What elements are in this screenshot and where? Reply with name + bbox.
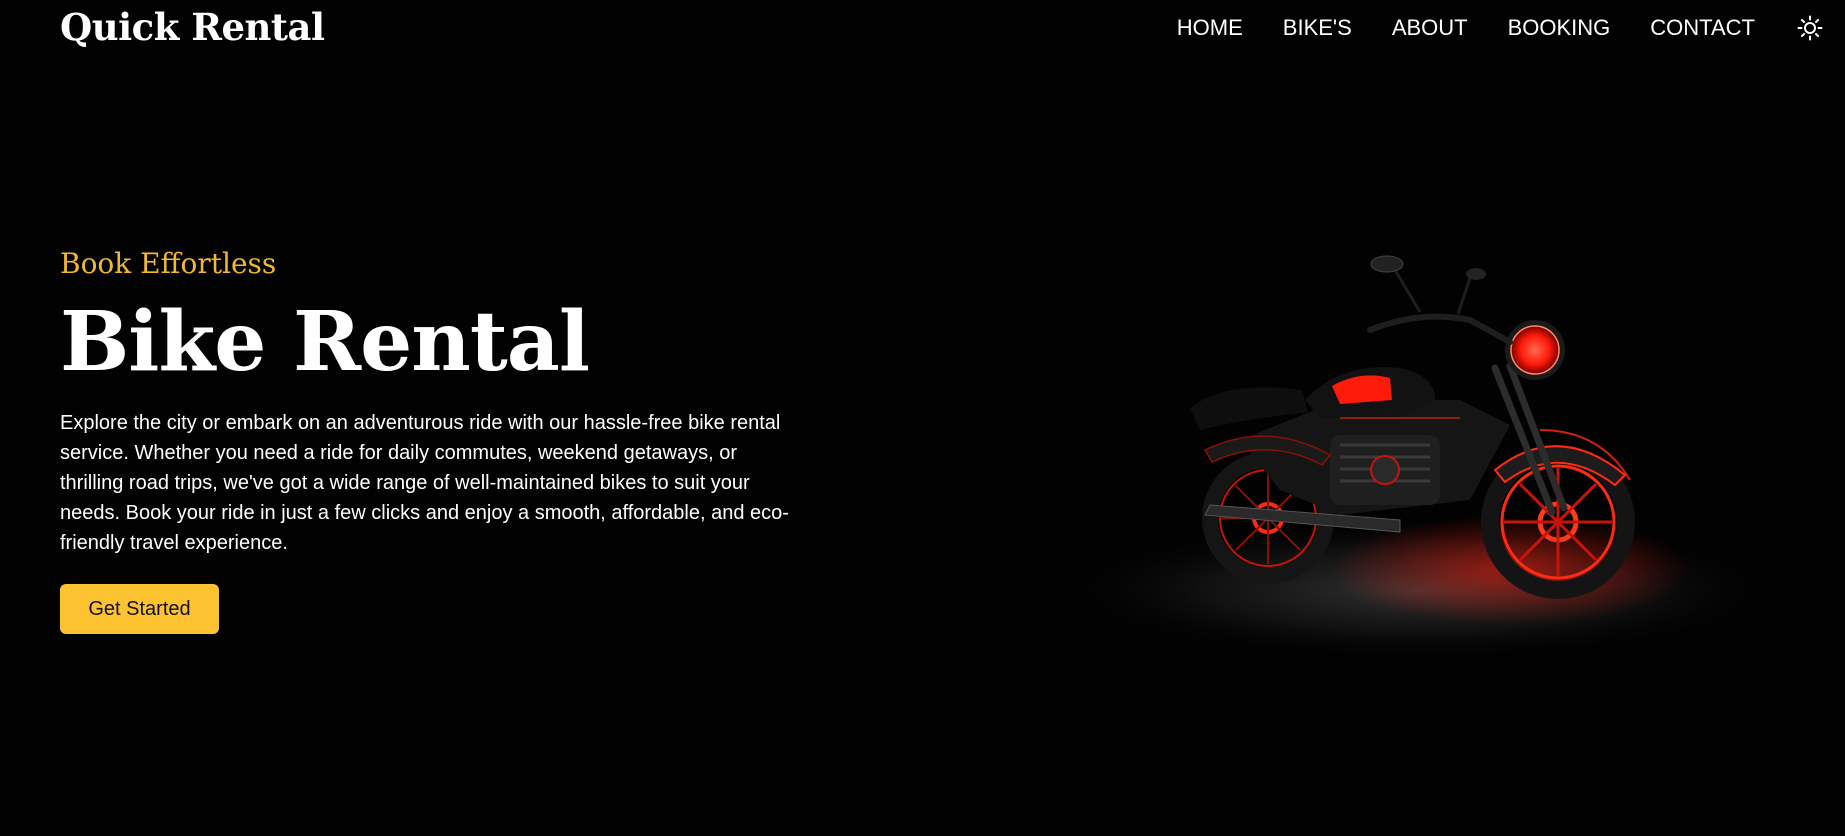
get-started-button[interactable]: Get Started (60, 584, 219, 634)
brand-logo[interactable]: Quick Rental (60, 5, 325, 49)
nav-link-home[interactable]: HOME (1177, 15, 1243, 41)
main-nav: HOME BIKE'S ABOUT BOOKING CONTACT (1137, 13, 1825, 43)
hero-description: Explore the city or embark on an adventu… (60, 412, 789, 554)
hero-content: Book Effortless Bike Rental Explore the … (60, 246, 800, 634)
nav-link-bikes[interactable]: BIKE'S (1283, 15, 1352, 41)
nav-link-contact[interactable]: CONTACT (1650, 15, 1755, 41)
theme-toggle-button[interactable] (1795, 13, 1825, 43)
sun-icon (1797, 15, 1823, 41)
nav-link-booking[interactable]: BOOKING (1508, 15, 1611, 41)
page: Quick Rental HOME BIKE'S ABOUT BOOKING C… (0, 0, 1845, 836)
hero-title: Bike Rental (60, 294, 590, 390)
hero-eyebrow: Book Effortless (60, 247, 277, 280)
hero-motorcycle-image (1040, 250, 1800, 680)
site-header: Quick Rental HOME BIKE'S ABOUT BOOKING C… (0, 0, 1845, 56)
nav-link-about[interactable]: ABOUT (1392, 15, 1468, 41)
